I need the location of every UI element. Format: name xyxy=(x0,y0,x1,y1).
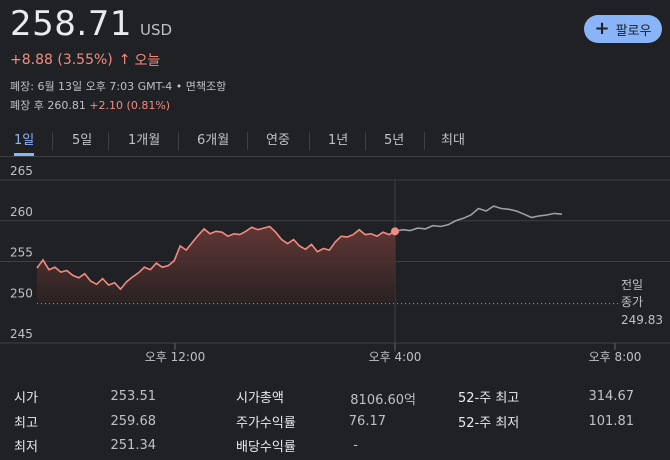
y-tick-label: 265 xyxy=(10,164,33,178)
follow-button[interactable]: + 팔로우 xyxy=(584,15,662,43)
after-hours-price: 폐장 후 260.81 xyxy=(10,99,86,112)
tab-divider xyxy=(247,132,248,150)
stat-value-low: 251.34 xyxy=(110,438,157,453)
y-tick-label: 245 xyxy=(10,327,33,341)
after-hours-info: 폐장 후 260.81 +2.10 (0.81%) xyxy=(10,97,170,113)
price-change: +8.88 (3.55%) ↑ 오늘 xyxy=(10,50,160,70)
y-tick-label: 250 xyxy=(10,286,33,300)
stat-value-market-cap: 8106.60억 xyxy=(350,393,416,408)
price-header: 258.71 USD xyxy=(10,4,172,44)
stat-label-dividend: 배당수익률 xyxy=(236,440,296,455)
tab-divider xyxy=(178,132,179,150)
tab-divider xyxy=(108,132,109,150)
tabs-divider xyxy=(0,156,670,157)
stat-label-open: 시가 xyxy=(14,391,38,406)
tab-divider xyxy=(309,132,310,150)
stat-label-52w-high: 52-주 최고 xyxy=(458,391,520,406)
plus-icon: + xyxy=(594,18,610,39)
stat-label-pe: 주가수익률 xyxy=(236,416,296,431)
stat-value-dividend: - xyxy=(353,438,358,453)
x-tick-label: 오후 4:00 xyxy=(369,350,422,364)
stat-label-low: 최저 xyxy=(14,440,38,455)
stat-label-52w-low: 52-주 최저 xyxy=(458,416,520,431)
tab-1y[interactable]: 1년 xyxy=(328,130,348,156)
stat-value-open: 253.51 xyxy=(110,389,157,404)
close-info: 폐장: 6월 13일 오후 7:03 GMT-4 • 면책조항 xyxy=(10,80,227,93)
after-hours-change: +2.10 (0.81%) xyxy=(89,99,171,112)
stat-value-pe: 76.17 xyxy=(348,414,386,429)
regular-session-area xyxy=(37,226,395,304)
prev-close-label-2: 종가 xyxy=(621,295,643,309)
tab-max[interactable]: 최대 xyxy=(441,130,465,156)
range-tabs: 1일 5일 1개월 6개월 연중 1년 5년 최대 xyxy=(0,130,670,156)
x-tick-label: 오후 8:00 xyxy=(589,350,642,364)
stat-value-52w-high: 314.67 xyxy=(588,389,635,404)
price-chart[interactable]: 265 260 255 250 245 오후 12:00 오후 4:00 오후 8:00 전… xyxy=(0,160,670,370)
change-period: 오늘 xyxy=(134,53,161,69)
session-close-marker xyxy=(391,227,399,236)
y-tick-label: 255 xyxy=(10,246,33,260)
tab-divider xyxy=(424,132,425,150)
stat-value-52w-low: 101.81 xyxy=(588,414,635,429)
tab-1m[interactable]: 1개월 xyxy=(128,130,160,156)
tab-5d[interactable]: 5일 xyxy=(72,130,92,156)
prev-close-value: 249.83 xyxy=(621,313,663,327)
stat-label-market-cap: 시가총액 xyxy=(236,391,284,406)
arrow-up-icon: ↑ xyxy=(118,52,131,68)
after-hours-line xyxy=(394,205,563,233)
tab-6m[interactable]: 6개월 xyxy=(197,130,229,156)
current-price: 258.71 xyxy=(10,4,132,44)
currency-label: USD xyxy=(139,21,173,39)
tab-ytd[interactable]: 연중 xyxy=(266,130,290,156)
price-change-value: +8.88 (3.55%) xyxy=(10,52,113,68)
stat-label-high: 최고 xyxy=(14,416,38,431)
x-tick-label: 오후 12:00 xyxy=(145,350,205,364)
stat-value-high: 259.68 xyxy=(110,414,157,429)
y-tick-label: 260 xyxy=(10,205,33,219)
tab-1d[interactable]: 1일 xyxy=(14,130,35,156)
follow-button-label: 팔로우 xyxy=(615,23,652,39)
tab-divider xyxy=(365,132,366,150)
tab-divider xyxy=(52,132,53,150)
prev-close-label-1: 전일 xyxy=(621,278,643,292)
tab-5y[interactable]: 5년 xyxy=(384,130,404,156)
